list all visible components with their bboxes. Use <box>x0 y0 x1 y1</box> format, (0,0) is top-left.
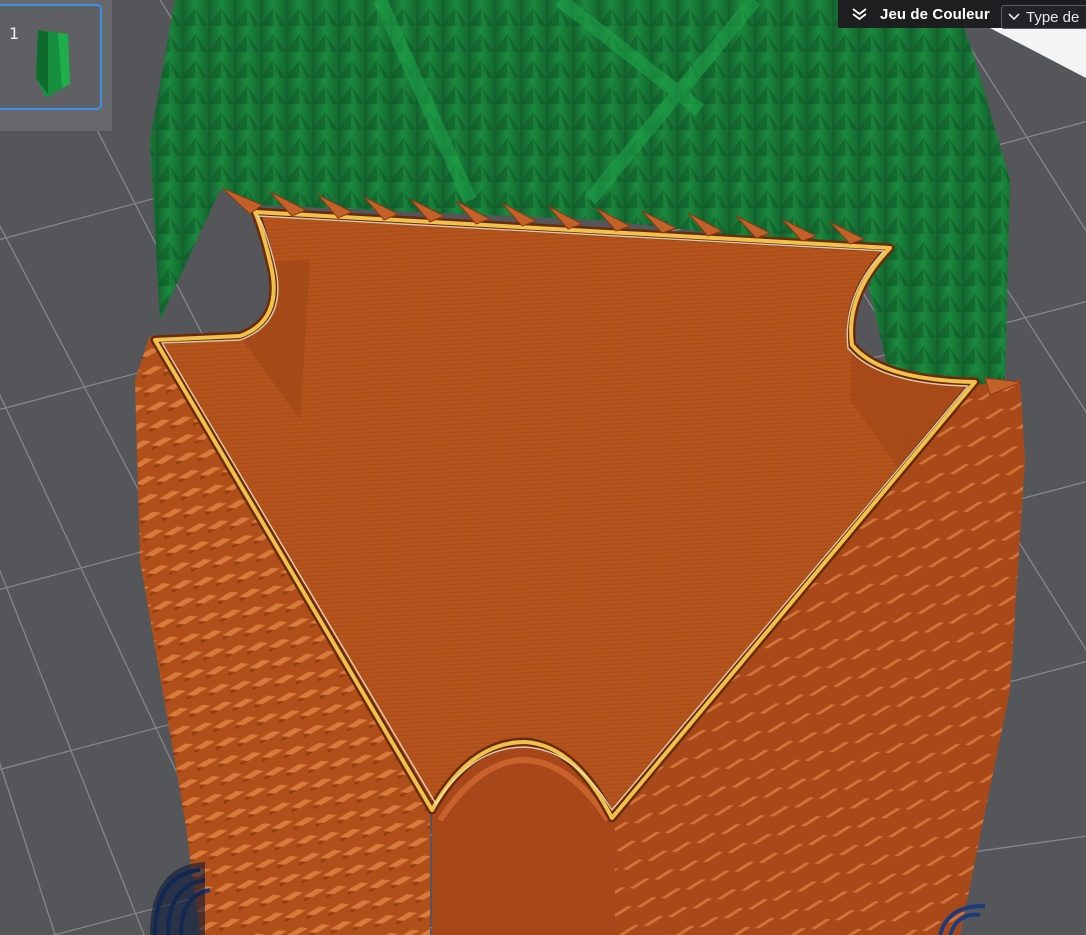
3d-preview-viewport[interactable]: 1 Jeu de Couleur Type de <box>0 0 1086 935</box>
view-type-dropdown[interactable]: Type de <box>1001 5 1086 29</box>
double-chevron-down-icon <box>852 8 867 21</box>
color-scheme-toggle[interactable]: Jeu de Couleur <box>838 0 990 28</box>
model-preview-icon <box>36 30 70 98</box>
plate-thumbnail-1[interactable]: 1 <box>0 4 102 110</box>
plate-index-label: 1 <box>9 24 20 43</box>
color-scheme-label: Jeu de Couleur <box>880 5 990 23</box>
bed-corner-edge <box>990 28 1086 78</box>
view-type-label: Type de <box>1026 8 1080 26</box>
chevron-down-icon <box>1008 13 1020 21</box>
layer-preview-canvas[interactable] <box>0 0 1086 935</box>
plate-list-panel: 1 <box>0 0 112 131</box>
preview-legend-bar: Jeu de Couleur Type de <box>838 0 1086 29</box>
